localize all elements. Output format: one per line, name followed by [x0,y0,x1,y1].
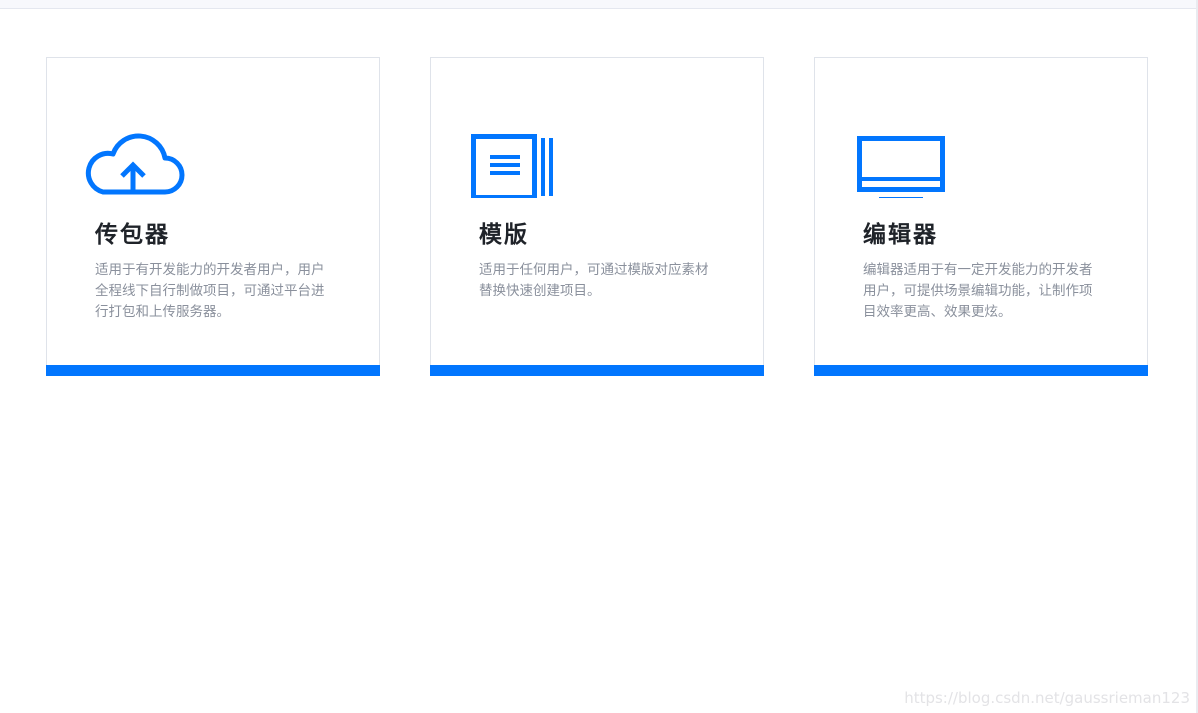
top-strip [0,0,1198,9]
card-uploader[interactable]: 传包器 适用于有开发能力的开发者用户，用户全程线下自行制做项目，可通过平台进行打… [46,57,380,376]
monitor-icon [851,126,961,198]
card-accent-bar [430,365,764,376]
card-title: 编辑器 [863,222,938,248]
card-title: 传包器 [95,222,170,248]
watermark: https://blog.csdn.net/gaussrieman123 [904,689,1190,707]
card-description: 编辑器适用于有一定开发能力的开发者用户，可提供场景编辑功能，让制作项目效率更高、… [863,262,1093,320]
card-description: 适用于任何用户，可通过模版对应素材替换快速创建项目。 [479,262,709,299]
card-description: 适用于有开发能力的开发者用户，用户全程线下自行制做项目，可通过平台进行打包和上传… [95,262,325,320]
template-stack-icon [467,126,577,198]
card-accent-bar [46,365,380,376]
card-editor[interactable]: 编辑器 编辑器适用于有一定开发能力的开发者用户，可提供场景编辑功能，让制作项目效… [814,57,1148,376]
card-template[interactable]: 模版 适用于任何用户，可通过模版对应素材替换快速创建项目。 [430,57,764,376]
cloud-upload-icon [83,126,193,198]
card-title: 模版 [479,222,529,248]
card-accent-bar [814,365,1148,376]
